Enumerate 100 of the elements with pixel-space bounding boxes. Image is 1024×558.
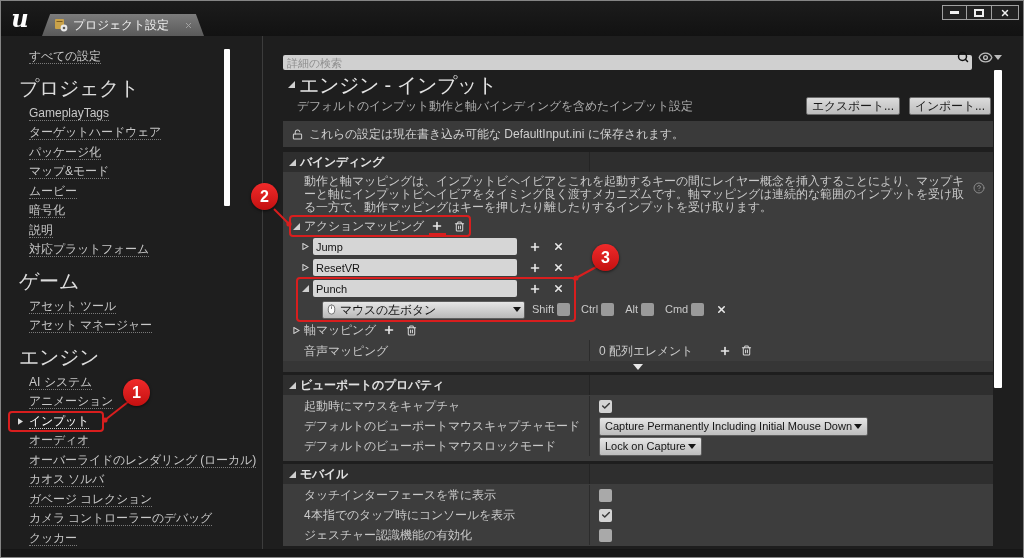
- checkbox[interactable]: [557, 303, 570, 316]
- eye-icon[interactable]: [978, 49, 993, 65]
- plus-icon[interactable]: [383, 324, 395, 336]
- property-label: 起動時にマウスをキャプチャ: [304, 398, 460, 415]
- collapsed-arrow-icon[interactable]: [293, 326, 300, 334]
- section-header[interactable]: モバイル: [283, 464, 993, 484]
- leader-line: [271, 206, 293, 228]
- sidebar-item[interactable]: カオス ソルバ: [29, 472, 105, 488]
- property-label: デフォルトのビューポートマウスキャプチャモード: [304, 418, 580, 435]
- sidebar-item[interactable]: クッカー: [29, 530, 77, 546]
- sidebar-item[interactable]: ターゲットハードウェア: [29, 125, 161, 141]
- maximize-button[interactable]: [967, 5, 992, 20]
- plus-icon[interactable]: [431, 220, 443, 232]
- checkbox[interactable]: [691, 303, 705, 316]
- maximize-icon: [974, 8, 984, 17]
- name-field[interactable]: ResetVR: [313, 259, 517, 276]
- expanded-arrow-icon[interactable]: [289, 470, 296, 478]
- page-subtitle: デフォルトのインプット動作と軸バインディングを含めたインプット設定: [297, 98, 693, 115]
- sidebar-heading: エンジン: [19, 344, 99, 369]
- highlight-underline: [429, 233, 446, 235]
- check-icon: [600, 401, 611, 411]
- checkbox[interactable]: [601, 303, 615, 316]
- trash-icon[interactable]: [406, 324, 417, 336]
- description-text: 動作と軸マッピングは、インプットビヘイビアとこれを起動するキーの間にレイヤー概念を挿入することにより、マップキーと軸にインプットビヘイビアをタイミング良く渡すメカニズムです。軸マッピングは連続的な範囲のインプットを受け取る一方で、動作マッピングはキーを押したり離したりするインプットを受け取ります。: [304, 175, 965, 214]
- sidebar-item[interactable]: すべての設定: [29, 49, 101, 65]
- modifier-label: Shift: [532, 302, 554, 318]
- sidebar-item[interactable]: パッケージ化: [29, 144, 101, 160]
- sidebar-item[interactable]: インプット: [29, 413, 89, 429]
- export-button[interactable]: エクスポート...: [805, 97, 900, 115]
- checkbox[interactable]: [599, 399, 612, 413]
- expanded-arrow-icon[interactable]: [289, 381, 296, 389]
- sidebar-item[interactable]: 暗号化: [29, 203, 65, 219]
- import-button[interactable]: インポート...: [909, 97, 991, 115]
- close-button[interactable]: [992, 5, 1019, 20]
- app-logo: u: [11, 6, 29, 31]
- expanded-arrow-icon[interactable]: [302, 285, 309, 292]
- checkbox[interactable]: [599, 508, 612, 522]
- dropdown[interactable]: Capture Permanently Including Initial Mouse Down: [599, 416, 869, 436]
- sidebar-item[interactable]: ムービー: [29, 183, 77, 199]
- minimize-button[interactable]: [942, 5, 967, 20]
- sidebar-item[interactable]: カメラ コントローラーのデバッグ: [29, 511, 213, 527]
- expanded-arrow-icon[interactable]: [288, 81, 295, 88]
- property-label: 4本指でのタップ時にコンソールを表示: [304, 507, 515, 524]
- name-field[interactable]: Jump: [313, 238, 517, 255]
- property-label: ジェスチャー認識機能の有効化: [304, 527, 472, 544]
- plus-icon[interactable]: [529, 261, 541, 274]
- sidebar-item[interactable]: GameplayTags: [29, 105, 110, 121]
- expanded-arrow-icon[interactable]: [289, 158, 296, 166]
- trash-icon[interactable]: [741, 345, 752, 356]
- property-label: デフォルトのビューポートマウスロックモード: [304, 438, 556, 455]
- section-header[interactable]: ビューポートのプロパティ: [283, 375, 993, 395]
- search-icon[interactable]: [957, 51, 969, 63]
- sidebar-item[interactable]: 対応プラットフォーム: [29, 242, 149, 258]
- sidebar-item[interactable]: AI システム: [29, 374, 92, 390]
- dropdown[interactable]: Lock on Capture: [599, 436, 702, 456]
- name-field[interactable]: Punch: [313, 280, 517, 297]
- expanded-arrow-icon[interactable]: [293, 222, 300, 230]
- sidebar-item[interactable]: オーバーライドのレンダリング (ローカル): [29, 452, 257, 468]
- checkbox[interactable]: [640, 303, 654, 316]
- trash-icon[interactable]: [454, 220, 465, 232]
- down-arrow-icon: [633, 363, 643, 370]
- close-icon[interactable]: [716, 304, 728, 315]
- close-icon[interactable]: [553, 283, 564, 294]
- modifier-label: Alt: [625, 302, 638, 318]
- checkbox[interactable]: [599, 488, 612, 502]
- collapsed-arrow-icon[interactable]: [302, 243, 309, 250]
- array-count-text: 0 配列エレメント: [599, 342, 693, 360]
- collapsed-arrow-icon[interactable]: [302, 264, 309, 271]
- sidebar-item[interactable]: オーディオ: [29, 433, 89, 449]
- close-icon: [1000, 7, 1010, 18]
- plus-icon[interactable]: [529, 282, 541, 295]
- property-label: タッチインターフェースを常に表示: [304, 487, 496, 504]
- close-icon[interactable]: [553, 241, 564, 252]
- notice-text: これらの設定は現在書き込み可能な DefaultInput.ini に保存されます。: [309, 126, 684, 143]
- caret-down-icon: [994, 54, 1002, 60]
- sidebar-item[interactable]: マップ&モード: [29, 164, 109, 180]
- plus-icon[interactable]: [529, 240, 541, 253]
- sidebar-item[interactable]: アニメーション: [29, 394, 113, 410]
- checkbox[interactable]: [599, 528, 612, 542]
- selected-arrow-icon: [18, 417, 23, 425]
- sidebar-item[interactable]: アセット ツール: [29, 298, 117, 314]
- sidebar-item[interactable]: アセット マネージャー: [29, 318, 153, 334]
- modifier-label: Ctrl: [581, 302, 599, 318]
- help-icon[interactable]: [973, 182, 985, 194]
- scrollbar-thumb[interactable]: [224, 49, 230, 206]
- sidebar-item[interactable]: ガベージ コレクション: [29, 491, 153, 507]
- scrollbar-thumb[interactable]: [994, 70, 1002, 388]
- settings-file-icon: [54, 18, 68, 32]
- section-title: バインディング: [300, 154, 384, 171]
- property-label: 音声マッピング: [304, 342, 388, 360]
- tab[interactable]: プロジェクト設定: [42, 14, 204, 36]
- caret-down-icon: [687, 443, 696, 449]
- page-title: エンジン - インプット: [299, 72, 497, 97]
- sidebar-item[interactable]: 説明: [29, 222, 53, 238]
- plus-icon[interactable]: [719, 344, 731, 357]
- mouse-icon: [326, 304, 337, 315]
- key-dropdown[interactable]: マウスの左ボタン: [322, 300, 525, 319]
- section-header[interactable]: バインディング: [283, 152, 993, 172]
- close-icon[interactable]: [553, 262, 564, 273]
- search-field[interactable]: 詳細の検索: [283, 55, 972, 71]
